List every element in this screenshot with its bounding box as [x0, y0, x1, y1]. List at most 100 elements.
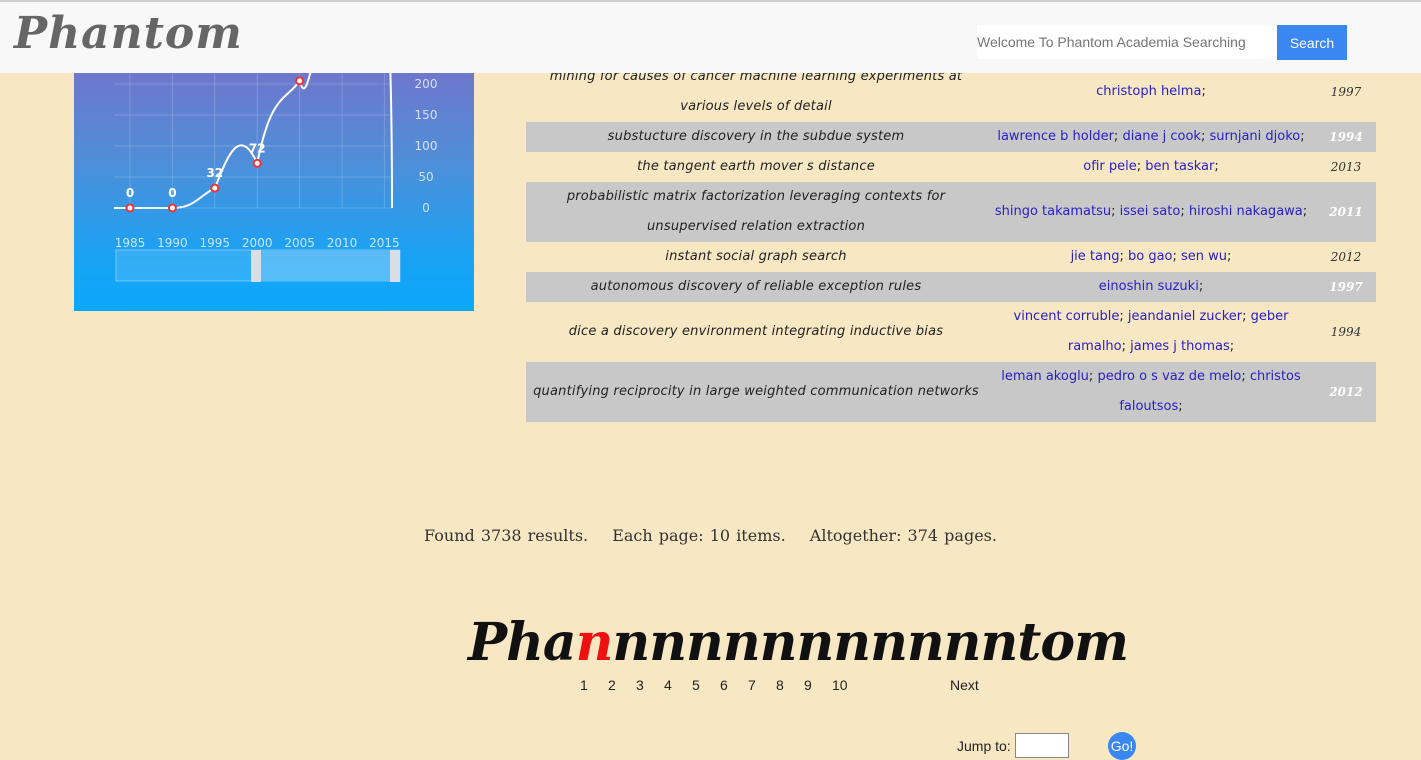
author-link[interactable]: jie tang: [1071, 249, 1120, 264]
paper-year: 1997: [1330, 85, 1362, 99]
paper-title[interactable]: quantifying reciprocity in large weighte…: [526, 377, 986, 407]
author-link[interactable]: lawrence b holder: [997, 129, 1114, 144]
paper-authors: ofir pele; ben taskar;: [1083, 159, 1219, 174]
data-point: [167, 203, 177, 213]
result-row: quantifying reciprocity in large weighte…: [526, 362, 1376, 422]
result-row: probabilistic matrix factorization lever…: [526, 182, 1376, 242]
pager-logo-end: tom: [1017, 612, 1129, 673]
page-link[interactable]: 9: [804, 677, 832, 693]
author-link[interactable]: shingo takamatsu: [995, 204, 1111, 219]
page-link[interactable]: 8: [776, 677, 804, 693]
x-tick-label: 2005: [284, 236, 315, 250]
paper-title[interactable]: probabilistic matrix factorization lever…: [526, 182, 986, 242]
paper-authors: christoph helma;: [1096, 84, 1206, 99]
paper-year: 1994: [1330, 325, 1362, 339]
author-link[interactable]: issei sato: [1120, 204, 1181, 219]
paper-authors: leman akoglu; pedro o s vaz de melo; chr…: [1001, 369, 1301, 414]
data-point: [295, 76, 305, 86]
author-link[interactable]: bo gao: [1128, 249, 1173, 264]
paper-title[interactable]: autonomous discovery of reliable excepti…: [526, 272, 986, 302]
author-link[interactable]: vincent corruble: [1014, 309, 1120, 324]
paper-title[interactable]: dice a discovery environment integrating…: [526, 317, 986, 347]
chart-svg: 0 50 100 150 200 1985 1990 1995 2000 2005 2010 2015…: [114, 40, 438, 282]
next-page-link[interactable]: Next: [950, 677, 979, 693]
author-link[interactable]: hiroshi nakagawa: [1189, 204, 1303, 219]
result-row: instant social graph search jie tang; bo …: [526, 242, 1376, 272]
page-link[interactable]: 1: [580, 677, 608, 693]
zoom-slider-handle-left: [251, 250, 261, 282]
pager-logo-middle: nnnnnnnnnnn: [612, 612, 1018, 673]
data-point: [125, 203, 135, 213]
pager-logo-current: n: [575, 612, 614, 673]
author-link[interactable]: james j thomas: [1130, 339, 1230, 354]
paper-authors: einoshin suzuki;: [1098, 279, 1204, 294]
paper-year: 1997: [1329, 280, 1363, 294]
results-summary: Found 3738 results. Each page: 10 items.…: [0, 526, 1421, 545]
author-link[interactable]: ben taskar: [1145, 159, 1214, 174]
results-table: mining for causes of cancer machine lear…: [526, 62, 1376, 422]
paper-title[interactable]: the tangent earth mover s distance: [526, 152, 986, 182]
zoom-slider-selection: [256, 251, 396, 280]
citation-chart: 0 50 100 150 200 1985 1990 1995 2000 2005 2010 2015…: [74, 40, 474, 311]
result-row: autonomous discovery of reliable excepti…: [526, 272, 1376, 302]
author-link[interactable]: surnjani djoko: [1209, 129, 1300, 144]
paper-year: 2012: [1330, 250, 1362, 264]
page-link[interactable]: 2: [608, 677, 636, 693]
paper-year: 2013: [1330, 160, 1362, 174]
header: Phantom Search: [0, 2, 1421, 73]
page-link[interactable]: 5: [692, 677, 720, 693]
data-label: 32: [206, 166, 223, 180]
pager-logo-start: Pha: [468, 612, 577, 673]
paper-authors: shingo takamatsu; issei sato; hiroshi na…: [994, 204, 1308, 219]
author-link[interactable]: jeandaniel zucker: [1128, 309, 1242, 324]
x-tick-label: 2015: [369, 236, 400, 250]
author-link[interactable]: leman akoglu: [1001, 369, 1089, 384]
zoom-slider-handle-right: [390, 250, 400, 282]
jump-to-label: Jump to:: [957, 738, 1011, 754]
paper-year: 2012: [1329, 385, 1363, 399]
search-input[interactable]: [977, 25, 1277, 59]
paper-authors: jie tang; bo gao; sen wu;: [1070, 249, 1232, 264]
y-tick-label: 50: [418, 170, 433, 184]
data-label: 72: [249, 141, 266, 155]
page-link[interactable]: 4: [664, 677, 692, 693]
search-button[interactable]: Search: [1277, 25, 1347, 60]
data-point: [210, 183, 220, 193]
pager-logo: Phannnnnnnnnnnntom: [468, 612, 1129, 673]
data-point: [252, 158, 262, 168]
paper-title[interactable]: instant social graph search: [526, 242, 986, 272]
data-label: 0: [126, 186, 134, 200]
items-per-page: Each page: 10 items.: [612, 526, 786, 545]
result-row: substucture discovery in the subdue syst…: [526, 122, 1376, 152]
result-row: the tangent earth mover s distance ofir p…: [526, 152, 1376, 182]
author-link[interactable]: pedro o s vaz de melo: [1097, 369, 1241, 384]
page-numbers: 1 2 3 4 5 6 7 8 9 10: [580, 677, 860, 693]
page-link[interactable]: 3: [636, 677, 664, 693]
series-line-right: [389, 59, 393, 209]
site-logo[interactable]: Phantom: [14, 8, 243, 59]
paper-authors: lawrence b holder; diane j cook; surnjan…: [997, 129, 1305, 144]
page-link[interactable]: 10: [832, 677, 860, 693]
author-link[interactable]: christoph helma: [1096, 84, 1201, 99]
page-link[interactable]: 7: [748, 677, 776, 693]
total-pages: Altogether: 374 pages.: [809, 526, 997, 545]
paper-year: 1994: [1329, 130, 1363, 144]
y-tick-label: 150: [415, 108, 438, 122]
x-tick-label: 1995: [200, 236, 231, 250]
page-link[interactable]: 6: [720, 677, 748, 693]
author-link[interactable]: diane j cook: [1122, 129, 1201, 144]
y-tick-label: 100: [415, 139, 438, 153]
paper-title[interactable]: substucture discovery in the subdue syst…: [526, 122, 986, 152]
y-tick-label: 0: [422, 201, 430, 215]
data-label: 0: [168, 186, 176, 200]
author-link[interactable]: sen wu: [1181, 249, 1227, 264]
jump-to-input[interactable]: [1015, 733, 1069, 758]
y-tick-label: 200: [415, 77, 438, 91]
x-tick-label: 1985: [115, 236, 146, 250]
result-row: dice a discovery environment integrating…: [526, 302, 1376, 362]
go-button[interactable]: Go!: [1108, 732, 1136, 760]
author-link[interactable]: einoshin suzuki: [1099, 279, 1199, 294]
x-tick-label: 1990: [157, 236, 188, 250]
x-tick-label: 2000: [242, 236, 273, 250]
author-link[interactable]: ofir pele: [1083, 159, 1136, 174]
